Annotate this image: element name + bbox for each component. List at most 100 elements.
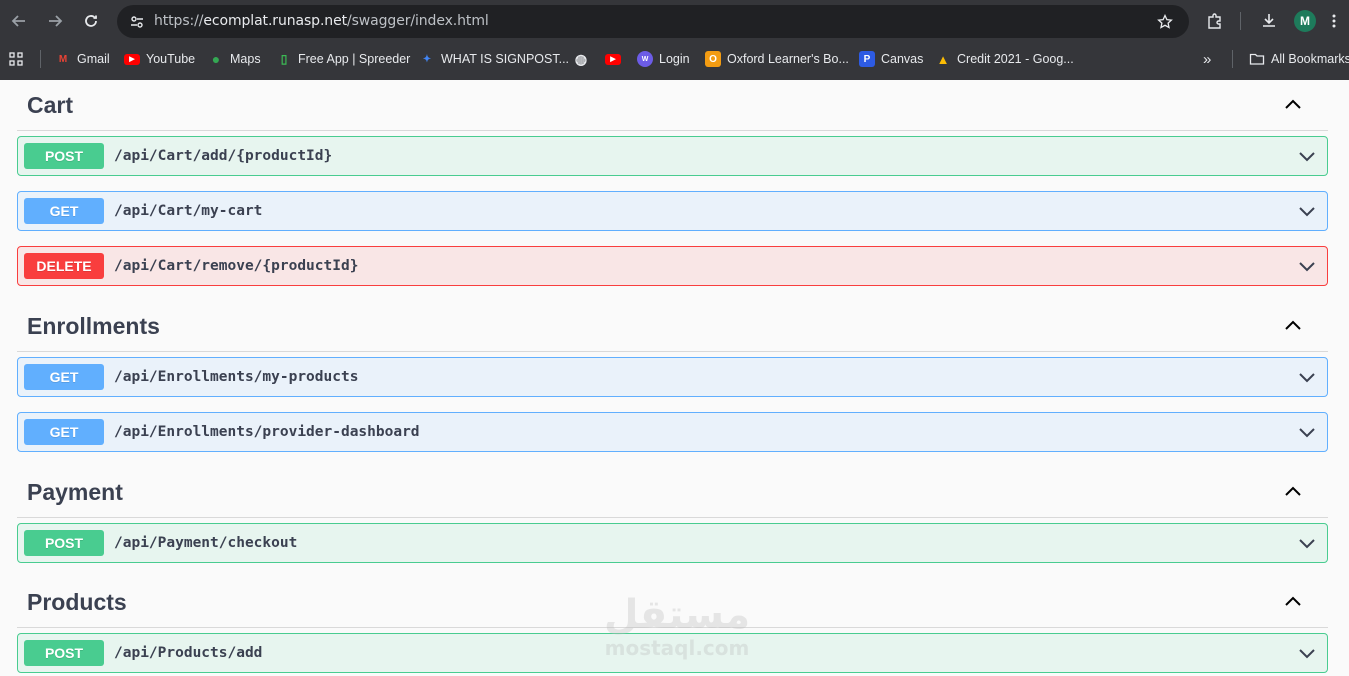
forward-button[interactable] <box>43 9 67 33</box>
chevron-down-icon[interactable] <box>1295 420 1319 444</box>
chevron-up-icon[interactable] <box>1282 481 1304 503</box>
chevron-down-icon[interactable] <box>1295 144 1319 168</box>
operation-post-payment-checkout[interactable]: POST /api/Payment/checkout <box>17 523 1328 563</box>
chevron-up-icon[interactable] <box>1282 315 1304 337</box>
bookmark-label: Maps <box>230 52 261 66</box>
tag-section-enrollments: Enrollments GET /api/Enrollments/my-prod… <box>17 301 1328 452</box>
url-scheme: https:// <box>154 13 204 29</box>
back-button[interactable] <box>7 9 31 33</box>
operation-delete-cart-remove[interactable]: DELETE /api/Cart/remove/{productId} <box>17 246 1328 286</box>
operation-path: /api/Cart/add/{productId} <box>114 148 333 164</box>
method-badge: POST <box>24 640 104 666</box>
operation-path: /api/Payment/checkout <box>114 535 298 551</box>
chevron-up-icon[interactable] <box>1282 591 1304 613</box>
bookmark-spreeder[interactable]: ▯ Free App | Spreeder <box>276 46 411 72</box>
browser-menu-button[interactable] <box>1322 9 1346 33</box>
bookmark-login[interactable]: W Login <box>637 46 690 72</box>
tag-title: Products <box>27 589 127 615</box>
browser-toolbar: https://ecomplat.runasp.net/swagger/inde… <box>0 0 1349 42</box>
puzzle-icon <box>1208 13 1221 29</box>
bookmark-label: WHAT IS SIGNPOST... <box>441 52 570 66</box>
tag-header[interactable]: Payment <box>17 467 1328 518</box>
address-bar[interactable]: https://ecomplat.runasp.net/swagger/inde… <box>117 5 1189 38</box>
operation-path: /api/Enrollments/my-products <box>114 369 359 385</box>
downloads-button[interactable] <box>1257 9 1281 33</box>
extensions-button[interactable] <box>1203 9 1227 33</box>
gmail-icon: M <box>58 53 68 65</box>
chevron-down-icon[interactable] <box>1295 531 1319 555</box>
chevron-down-icon[interactable] <box>1295 199 1319 223</box>
maps-pin-icon: ● <box>211 51 221 67</box>
tune-icon <box>131 16 143 28</box>
bookmarks-divider <box>1232 50 1233 68</box>
all-bookmarks-button[interactable]: All Bookmarks <box>1249 46 1349 72</box>
tag-section-cart: Cart POST /api/Cart/add/{productId} GET … <box>17 80 1328 286</box>
google-drive-icon: ▲ <box>936 51 950 67</box>
reload-icon <box>85 15 97 27</box>
bookmarks-divider <box>40 50 41 68</box>
bookmark-label: Credit 2021 - Goog... <box>957 52 1074 66</box>
operation-get-enrollments-my-products[interactable]: GET /api/Enrollments/my-products <box>17 357 1328 397</box>
profile-avatar[interactable]: M <box>1294 10 1316 32</box>
operation-post-cart-add[interactable]: POST /api/Cart/add/{productId} <box>17 136 1328 176</box>
download-icon <box>1263 14 1275 27</box>
bookmark-maps[interactable]: ● Maps <box>208 46 261 72</box>
arrow-right-icon <box>49 15 63 27</box>
tag-header[interactable]: Enrollments <box>17 301 1328 352</box>
tag-header[interactable]: Products <box>17 577 1328 628</box>
arrow-left-icon <box>11 15 25 27</box>
swagger-content: Cart POST /api/Cart/add/{productId} GET … <box>0 80 1349 676</box>
site-info-button[interactable] <box>125 10 149 34</box>
oxford-icon: O <box>705 51 721 67</box>
folder-icon <box>1249 53 1265 65</box>
bookmark-signpost[interactable]: ✦ WHAT IS SIGNPOST... <box>419 46 569 72</box>
operation-path: /api/Cart/my-cart <box>114 203 263 219</box>
more-bookmarks-button[interactable]: » <box>1203 46 1211 72</box>
operation-post-products-add[interactable]: POST /api/Products/add <box>17 633 1328 673</box>
chevron-down-icon[interactable] <box>1295 365 1319 389</box>
canvas-icon: P <box>859 51 875 67</box>
tag-title: Payment <box>27 479 123 505</box>
bookmark-canvas[interactable]: P Canvas <box>859 46 923 72</box>
operation-get-enrollments-provider-dashboard[interactable]: GET /api/Enrollments/provider-dashboard <box>17 412 1328 452</box>
tag-title: Cart <box>27 92 74 118</box>
bookmark-star-button[interactable] <box>1153 10 1177 34</box>
globe-icon: ◍ <box>574 50 588 67</box>
method-badge: GET <box>24 198 104 224</box>
bookmark-label: Gmail <box>77 52 110 66</box>
kebab-menu-icon <box>1332 14 1336 28</box>
book-icon: ▯ <box>280 52 288 66</box>
bookmark-globe[interactable]: ◍ <box>573 46 595 72</box>
all-bookmarks-label: All Bookmarks <box>1271 52 1349 66</box>
youtube-icon: ▶ <box>124 53 140 65</box>
bookmark-gmail[interactable]: M Gmail <box>55 46 110 72</box>
operation-path: /api/Cart/remove/{productId} <box>114 258 359 274</box>
url-path: /swagger/index.html <box>347 13 489 29</box>
bookmark-credit[interactable]: ▲ Credit 2021 - Goog... <box>935 46 1074 72</box>
method-badge: POST <box>24 143 104 169</box>
operation-get-cart-my-cart[interactable]: GET /api/Cart/my-cart <box>17 191 1328 231</box>
bookmark-label: Login <box>659 52 690 66</box>
bookmark-youtube-2[interactable]: ▶ <box>605 46 627 72</box>
youtube-icon: ▶ <box>605 53 621 65</box>
operation-path: /api/Products/add <box>114 645 263 661</box>
bookmark-oxford[interactable]: O Oxford Learner's Bo... <box>705 46 849 72</box>
apps-button[interactable] <box>8 46 24 72</box>
url-host: ecomplat.runasp.net <box>203 13 347 29</box>
operation-path: /api/Enrollments/provider-dashboard <box>114 424 420 440</box>
bookmark-label: Free App | Spreeder <box>298 52 411 66</box>
browser-chrome: https://ecomplat.runasp.net/swagger/inde… <box>0 0 1349 80</box>
apps-grid-icon <box>9 52 23 66</box>
tag-header[interactable]: Cart <box>17 80 1328 131</box>
tag-title: Enrollments <box>27 313 160 339</box>
chevron-up-icon[interactable] <box>1282 94 1304 116</box>
method-badge: GET <box>24 419 104 445</box>
reload-button[interactable] <box>79 9 103 33</box>
tag-section-products: Products POST /api/Products/add <box>17 577 1328 673</box>
bookmark-label: Canvas <box>881 52 924 66</box>
chevron-down-icon[interactable] <box>1295 254 1319 278</box>
bookmark-youtube[interactable]: ▶ YouTube <box>124 46 195 72</box>
toolbar-divider <box>1240 12 1241 30</box>
chevron-down-icon[interactable] <box>1295 641 1319 665</box>
url-text[interactable]: https://ecomplat.runasp.net/swagger/inde… <box>154 5 489 38</box>
